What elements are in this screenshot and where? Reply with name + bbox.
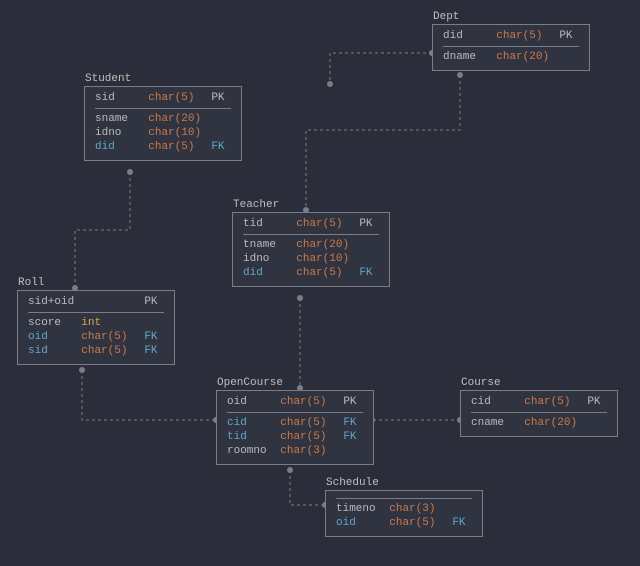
entity-title: Course: [461, 377, 501, 389]
entity-title: Dept: [433, 11, 459, 23]
er-diagram: Dept didchar(5)PK dnamechar(20) Student …: [0, 0, 640, 566]
entity-dept: Dept didchar(5)PK dnamechar(20): [432, 24, 590, 71]
entity-roll: Roll sid+oidPK scoreint oidchar(5)FK sid…: [17, 290, 175, 365]
entity-title: Teacher: [233, 199, 279, 211]
entity-title: Roll: [18, 277, 44, 289]
entity-schedule: Schedule timenochar(3) oidchar(5)FK: [325, 490, 483, 537]
entity-title: Student: [85, 73, 131, 85]
entity-title: Schedule: [326, 477, 379, 489]
entity-course: Course cidchar(5)PK cnamechar(20): [460, 390, 618, 437]
entity-opencourse: OpenCourse oidchar(5)PK cidchar(5)FK tid…: [216, 390, 374, 465]
entity-title: OpenCourse: [217, 377, 283, 389]
entity-student: Student sidchar(5)PK snamechar(20) idnoc…: [84, 86, 242, 161]
entity-teacher: Teacher tidchar(5)PK tnamechar(20) idnoc…: [232, 212, 390, 287]
